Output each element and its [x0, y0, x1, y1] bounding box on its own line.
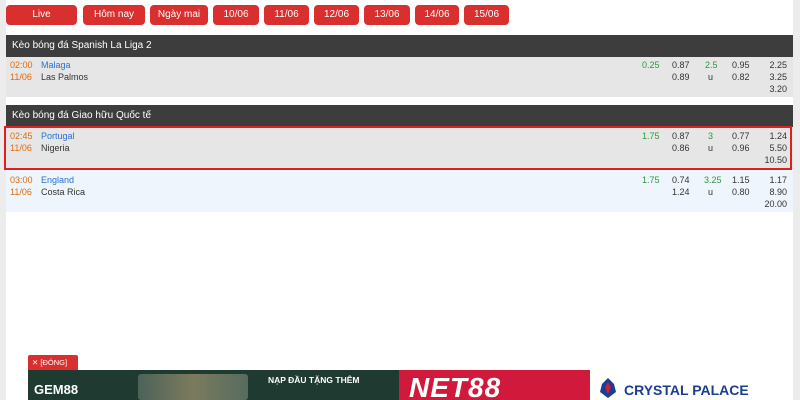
- tab-tomorrow[interactable]: Ngày mai: [150, 5, 208, 25]
- eagle-crest-icon: [600, 378, 616, 398]
- over-under-line: 2.5: [705, 60, 718, 70]
- under-odds[interactable]: 0.82: [732, 71, 750, 83]
- tab-date-1506[interactable]: 15/06: [464, 5, 509, 25]
- odds-1[interactable]: 1.17: [769, 174, 787, 186]
- odds-2[interactable]: 3.20: [769, 83, 787, 95]
- odds-2[interactable]: 20.00: [764, 198, 787, 210]
- match-date: 11/06: [10, 72, 32, 82]
- tab-date-1206[interactable]: 12/06: [314, 5, 359, 25]
- match-row-england[interactable]: 03:00 11/06 England Costa Rica 1.75 0.74…: [6, 171, 793, 212]
- handicap-away-odds[interactable]: 1.24: [672, 186, 690, 198]
- gem88-logo: GEM88: [34, 382, 79, 397]
- ad-banner[interactable]: GEM88 NẠP ĐẦU TẶNG THÊM NET88 CRYSTAL PA…: [28, 370, 770, 400]
- handicap-line: 1.75: [642, 175, 660, 185]
- handicap-home-odds[interactable]: 0.74: [672, 174, 690, 186]
- crystal-palace-ad[interactable]: CRYSTAL PALACE: [590, 370, 770, 400]
- under-label: u: [708, 187, 714, 197]
- players-image: [138, 374, 248, 400]
- match-time: 02:00: [10, 60, 33, 70]
- odds-x[interactable]: 3.25: [769, 71, 787, 83]
- handicap-home-odds[interactable]: 0.87: [672, 59, 690, 71]
- over-odds[interactable]: 0.95: [732, 59, 750, 71]
- league-header-la-liga-2: Kèo bóng đá Spanish La Liga 2: [6, 35, 793, 57]
- home-team[interactable]: Malaga: [41, 59, 71, 71]
- away-team: Las Palmos: [41, 72, 89, 82]
- tab-date-1006[interactable]: 10/06: [213, 5, 259, 25]
- match-date: 11/06: [10, 187, 32, 197]
- home-team[interactable]: England: [41, 174, 74, 186]
- handicap-away-odds[interactable]: 0.89: [672, 71, 690, 83]
- match-row-malaga[interactable]: 02:00 11/06 Malaga Las Palmos 0.25 0.87 …: [6, 57, 793, 97]
- odds-1[interactable]: 2.25: [769, 59, 787, 71]
- over-under-line: 3.25: [704, 175, 722, 185]
- gem88-ad[interactable]: GEM88 NẠP ĐẦU TẶNG THÊM: [28, 370, 399, 400]
- net88-ad[interactable]: NET88: [399, 370, 590, 400]
- tab-today[interactable]: Hôm nay: [83, 5, 145, 25]
- under-odds[interactable]: 0.80: [732, 186, 750, 198]
- ad-close-button[interactable]: ✕ [ĐÓNG]: [28, 355, 78, 370]
- crystal-palace-logo: CRYSTAL PALACE: [624, 382, 749, 398]
- under-label: u: [708, 72, 714, 82]
- tab-date-1106[interactable]: 11/06: [264, 5, 309, 25]
- gem88-promo-text: NẠP ĐẦU TẶNG THÊM: [268, 375, 360, 385]
- over-odds[interactable]: 1.15: [732, 174, 750, 186]
- tab-live[interactable]: Live: [6, 5, 77, 25]
- handicap-line: 0.25: [642, 60, 660, 70]
- highlight-frame: [4, 126, 792, 170]
- net88-logo: NET88: [409, 372, 502, 400]
- match-time: 03:00: [10, 175, 33, 185]
- odds-x[interactable]: 8.90: [769, 186, 787, 198]
- tab-date-1406[interactable]: 14/06: [415, 5, 459, 25]
- league-header-friendlies: Kèo bóng đá Giao hữu Quốc tế: [6, 105, 793, 127]
- away-team: Costa Rica: [41, 187, 86, 197]
- tab-date-1306[interactable]: 13/06: [364, 5, 410, 25]
